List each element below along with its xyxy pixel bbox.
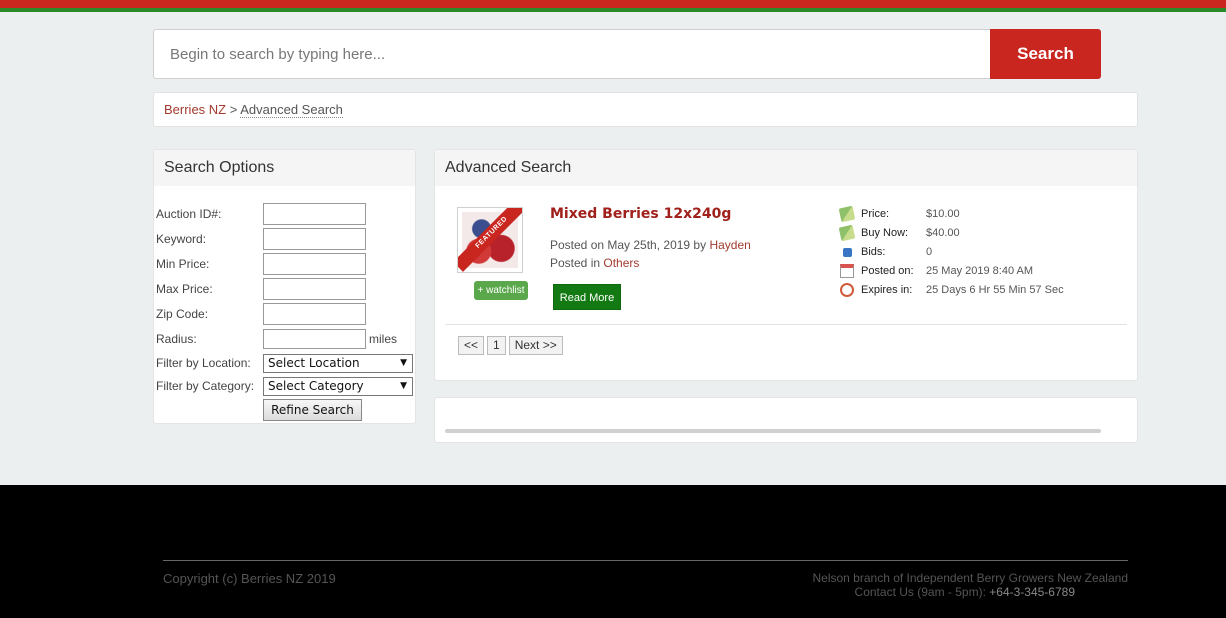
- breadcrumb: Berries NZ > Advanced Search: [153, 92, 1138, 127]
- price-icon: [838, 205, 856, 223]
- expires-in-label: Expires in:: [861, 284, 913, 296]
- org-name: Nelson branch of Independent Berry Growe…: [812, 571, 1128, 585]
- buy-now-value: $40.00: [926, 227, 960, 239]
- buy-now-icon: [838, 224, 856, 242]
- pagination: << 1 Next >>: [458, 336, 563, 355]
- bids-stat: Bids: 0: [840, 244, 932, 260]
- category-prefix: Posted in: [550, 256, 601, 270]
- footer-contact: Nelson branch of Independent Berry Growe…: [812, 571, 1128, 599]
- radius-input[interactable]: [263, 329, 366, 349]
- category-filter-label: Filter by Category:: [156, 379, 255, 393]
- zip-code-input[interactable]: [263, 303, 366, 325]
- location-filter-row: Filter by Location: Select Location ▼: [156, 352, 413, 374]
- breadcrumb-home-link[interactable]: Berries NZ: [164, 102, 226, 117]
- category-select[interactable]: Select Category ▼: [263, 376, 413, 396]
- clock-icon: [840, 283, 854, 297]
- price-stat: Price: $10.00: [838, 205, 960, 223]
- max-price-input[interactable]: [263, 278, 366, 300]
- buy-now-stat: Buy Now: $40.00: [838, 224, 960, 242]
- posted-on-stat: Posted on: 25 May 2019 8:40 AM: [840, 263, 1033, 279]
- auction-id-label: Auction ID#:: [156, 207, 222, 221]
- zip-code-label: Zip Code:: [156, 307, 209, 321]
- posted-prefix: Posted on May 25th, 2019 by: [550, 238, 707, 252]
- contact-phone[interactable]: +64-3-345-6789: [989, 585, 1075, 599]
- location-filter-label: Filter by Location:: [156, 356, 251, 370]
- max-price-row: Max Price:: [156, 278, 366, 300]
- max-price-label: Max Price:: [156, 282, 213, 296]
- secondary-panel: [434, 397, 1138, 443]
- top-red-stripe: [0, 0, 1226, 8]
- read-more-button[interactable]: Read More: [553, 284, 621, 310]
- item-thumbnail[interactable]: FEATURED: [457, 207, 523, 273]
- expires-in-value: 25 Days 6 Hr 55 Min 57 Sec: [926, 284, 1064, 296]
- posted-on-label: Posted on:: [861, 265, 914, 277]
- auction-id-row: Auction ID#:: [156, 203, 366, 225]
- results-title: Advanced Search: [435, 150, 1137, 186]
- bids-value: 0: [926, 246, 933, 258]
- item-title-link[interactable]: Mixed Berries 12x240g: [550, 206, 731, 222]
- footer: Copyright (c) Berries NZ 2019 Nelson bra…: [0, 485, 1226, 618]
- pager-prev-button[interactable]: <<: [458, 336, 485, 355]
- zip-code-row: Zip Code:: [156, 303, 366, 325]
- radius-label: Radius:: [156, 332, 197, 346]
- advanced-search-results-panel: Advanced Search FEATURED + watchlist Mix…: [434, 149, 1138, 381]
- keyword-input[interactable]: [263, 228, 366, 250]
- radius-row: Radius: miles: [156, 328, 397, 350]
- top-accent-bar: [0, 0, 1226, 14]
- keyword-label: Keyword:: [156, 232, 207, 246]
- results-divider: [445, 324, 1127, 325]
- top-green-stripe: [0, 8, 1226, 12]
- search-options-panel: Search Options Auction ID#: Keyword: Min…: [153, 149, 416, 424]
- search-input[interactable]: [153, 29, 990, 79]
- add-watchlist-button[interactable]: + watchlist: [474, 281, 528, 300]
- horizontal-scrollbar[interactable]: [445, 429, 1101, 433]
- location-select-value: Select Location: [268, 356, 360, 370]
- copyright-text: Copyright (c) Berries NZ 2019: [163, 571, 336, 586]
- contact-line: Contact Us (9am - 5pm): +64-3-345-6789: [812, 585, 1128, 599]
- posted-on-value: 25 May 2019 8:40 AM: [926, 265, 1034, 277]
- buy-now-label: Buy Now:: [861, 227, 909, 239]
- bids-icon: [843, 247, 852, 257]
- bids-label: Bids:: [861, 246, 886, 258]
- min-price-input[interactable]: [263, 253, 366, 275]
- calendar-icon: [840, 264, 854, 278]
- search-bar: Search: [153, 29, 1101, 79]
- refine-search-button[interactable]: Refine Search: [263, 399, 362, 421]
- price-value: $10.00: [926, 208, 960, 220]
- location-select[interactable]: Select Location ▼: [263, 353, 413, 373]
- price-label: Price:: [861, 208, 890, 220]
- pager-page-1[interactable]: 1: [487, 336, 506, 355]
- item-category-info: Posted in Others: [550, 256, 639, 270]
- min-price-row: Min Price:: [156, 253, 366, 275]
- auction-id-input[interactable]: [263, 203, 366, 225]
- item-posted-info: Posted on May 25th, 2019 by Hayden: [550, 238, 751, 252]
- pager-next-button[interactable]: Next >>: [508, 336, 563, 355]
- category-filter-row: Filter by Category: Select Category ▼: [156, 375, 413, 397]
- search-button[interactable]: Search: [990, 29, 1101, 79]
- category-select-value: Select Category: [268, 379, 364, 393]
- radius-unit: miles: [369, 332, 398, 346]
- expires-in-stat: Expires in: 25 Days 6 Hr 55 Min 57 Sec: [840, 282, 1064, 298]
- chevron-down-icon: ▼: [400, 358, 407, 368]
- contact-label: Contact Us (9am - 5pm):: [854, 585, 986, 599]
- keyword-row: Keyword:: [156, 228, 366, 250]
- chevron-down-icon: ▼: [400, 381, 407, 391]
- category-link[interactable]: Others: [603, 256, 639, 270]
- breadcrumb-separator: >: [229, 102, 238, 117]
- min-price-label: Min Price:: [156, 257, 210, 271]
- author-link[interactable]: Hayden: [709, 238, 750, 252]
- footer-divider: [163, 560, 1128, 561]
- breadcrumb-current: Advanced Search: [240, 102, 343, 118]
- search-options-title: Search Options: [154, 150, 415, 186]
